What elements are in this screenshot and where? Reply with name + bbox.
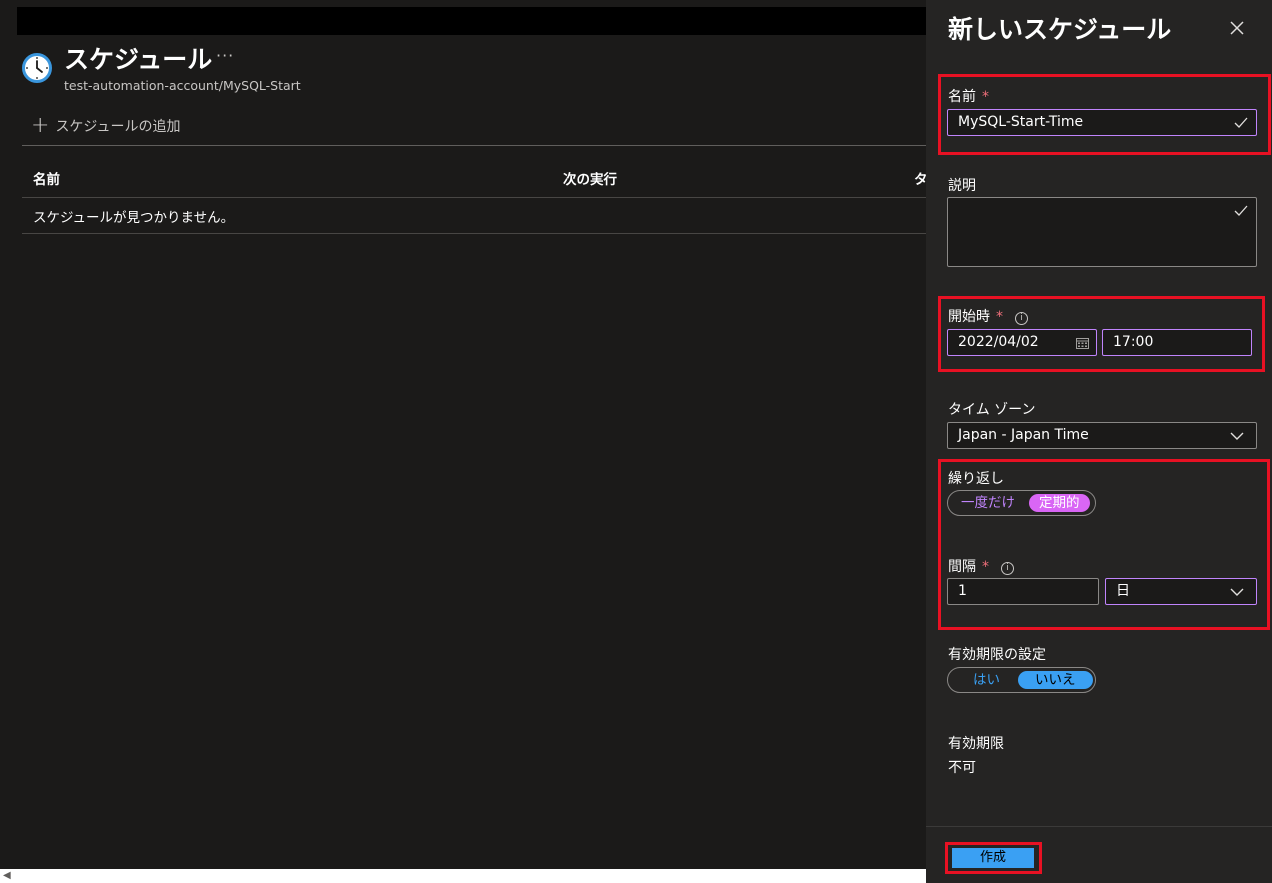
checkmark-icon xyxy=(1234,117,1248,128)
scroll-left-icon[interactable]: ◀ xyxy=(3,870,11,881)
add-schedule-button[interactable]: + スケジュールの追加 xyxy=(31,114,180,138)
timezone-select[interactable]: Japan - Japan Time xyxy=(947,422,1257,449)
interval-label: 間隔 * i xyxy=(948,556,1014,576)
required-mark: * xyxy=(982,559,989,575)
add-schedule-label: スケジュールの追加 xyxy=(55,119,181,135)
plus-icon: + xyxy=(31,113,50,138)
calendar-icon[interactable] xyxy=(1076,337,1089,349)
checkmark-icon xyxy=(1234,205,1248,216)
expiration-option-yes[interactable]: はい xyxy=(951,671,1014,689)
description-label: 説明 xyxy=(948,178,976,194)
empty-message: スケジュールが見つかりません。 xyxy=(33,210,235,226)
start-time-value: 17:00 xyxy=(1113,334,1154,350)
required-mark: * xyxy=(996,309,1003,325)
timezone-value: Japan - Japan Time xyxy=(958,427,1089,443)
recurrence-option-once[interactable]: 一度だけ xyxy=(951,494,1025,512)
start-label-text: 開始時 xyxy=(948,309,990,325)
toolbar-divider xyxy=(22,145,926,146)
expiration-value: 不可 xyxy=(948,760,976,776)
footer-divider xyxy=(926,826,1272,827)
interval-unit-select[interactable]: 日 xyxy=(1105,578,1257,605)
horizontal-scrollbar[interactable] xyxy=(0,869,926,883)
interval-input[interactable]: 1 xyxy=(947,578,1099,605)
name-label: 名前 * xyxy=(948,86,989,106)
description-input[interactable] xyxy=(947,197,1257,267)
recurrence-toggle[interactable]: 一度だけ 定期的 xyxy=(947,490,1096,516)
name-label-text: 名前 xyxy=(948,89,976,105)
start-date-input[interactable]: 2022/04/02 xyxy=(947,329,1097,356)
top-bar xyxy=(17,7,926,35)
panel-title: 新しいスケジュール xyxy=(948,15,1172,44)
name-input[interactable]: MySQL-Start-Time xyxy=(947,109,1257,136)
start-label: 開始時 * i xyxy=(948,306,1028,326)
expiration-toggle[interactable]: はい いいえ xyxy=(947,667,1096,693)
interval-unit-value: 日 xyxy=(1116,583,1130,599)
new-schedule-panel: 新しいスケジュール 名前 * MySQL-Start-Time 説明 開始時 * i … xyxy=(926,0,1272,883)
clock-icon xyxy=(22,53,52,83)
column-header-next-run[interactable]: 次の実行 xyxy=(563,168,617,188)
chevron-down-icon xyxy=(1230,432,1244,440)
start-time-input[interactable]: 17:00 xyxy=(1102,329,1252,356)
recurrence-option-recurring[interactable]: 定期的 xyxy=(1029,494,1090,512)
name-input-value: MySQL-Start-Time xyxy=(958,114,1084,130)
close-icon[interactable] xyxy=(1227,18,1247,38)
required-mark: * xyxy=(982,89,989,105)
recurrence-label: 繰り返し xyxy=(948,471,1004,487)
interval-value: 1 xyxy=(958,583,967,599)
chevron-down-icon xyxy=(1230,588,1244,596)
row-divider xyxy=(22,233,926,234)
more-icon[interactable]: ··· xyxy=(216,46,234,65)
interval-label-text: 間隔 xyxy=(948,559,976,575)
expiration-setting-label: 有効期限の設定 xyxy=(948,647,1046,663)
start-date-value: 2022/04/02 xyxy=(958,334,1039,350)
info-icon[interactable]: i xyxy=(1001,562,1014,575)
breadcrumb-subtitle: test-automation-account/MySQL-Start xyxy=(64,78,301,93)
column-header-name[interactable]: 名前 xyxy=(33,168,60,188)
schedule-page: スケジュール ··· test-automation-account/MySQL… xyxy=(0,0,928,883)
expiration-option-no[interactable]: いいえ xyxy=(1018,671,1093,689)
expiration-label: 有効期限 xyxy=(948,736,1004,752)
create-button[interactable]: 作成 xyxy=(952,848,1034,868)
header-divider xyxy=(22,197,926,198)
info-icon[interactable]: i xyxy=(1015,312,1028,325)
page-title: スケジュール xyxy=(64,45,213,74)
timezone-label: タイム ゾーン xyxy=(948,402,1036,418)
